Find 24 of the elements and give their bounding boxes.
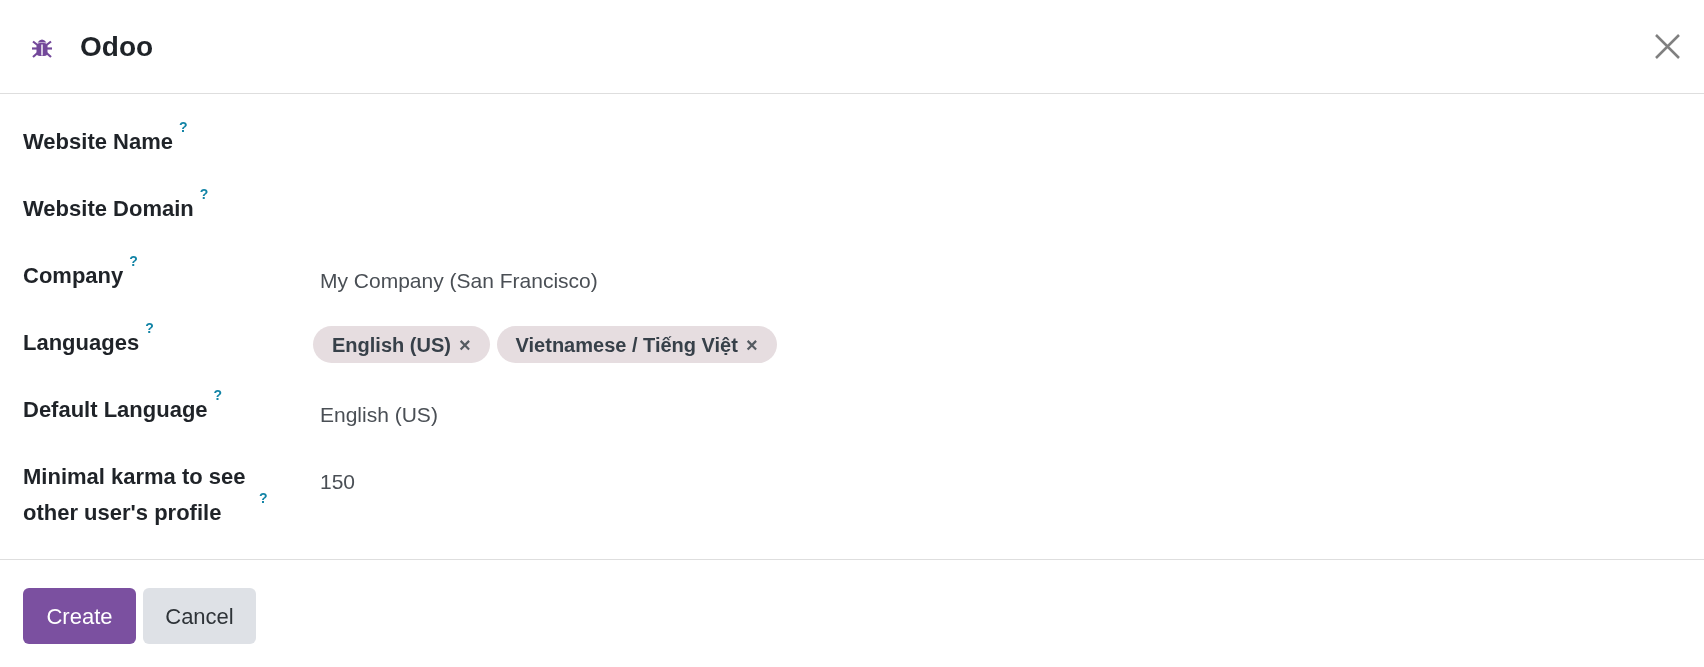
- help-mark[interactable]: ?: [145, 320, 154, 336]
- remove-tag-button[interactable]: ×: [458, 334, 471, 355]
- remove-tag-button[interactable]: ×: [745, 334, 758, 355]
- input-field[interactable]: English (US): [320, 397, 438, 433]
- help-mark[interactable]: ?: [179, 119, 188, 135]
- field-label: Languages: [23, 329, 140, 357]
- help-mark[interactable]: ?: [259, 490, 268, 506]
- help-mark[interactable]: ?: [199, 186, 209, 202]
- field-label: Default Language: [23, 396, 208, 424]
- help-mark[interactable]: ?: [213, 387, 223, 403]
- help-mark[interactable]: ?: [129, 253, 138, 269]
- close-button[interactable]: [1655, 34, 1680, 59]
- close-icon: [1655, 34, 1680, 59]
- cancel-button[interactable]: Cancel: [143, 588, 256, 644]
- dialog-title: Odoo: [80, 32, 154, 61]
- tag-label: Vietnamese / Tiếng Việt: [515, 332, 738, 358]
- create-button[interactable]: Create: [23, 588, 136, 644]
- input-field[interactable]: My Company (San Francisco): [320, 263, 598, 299]
- field-label: Website Domain: [23, 195, 194, 223]
- field-label: Minimal karma to see other user's profile: [23, 463, 247, 527]
- tag-label: English (US): [332, 332, 451, 358]
- field-label: Company: [23, 262, 124, 290]
- input-field[interactable]: 150: [320, 464, 356, 500]
- field-label: Website Name: [23, 128, 173, 156]
